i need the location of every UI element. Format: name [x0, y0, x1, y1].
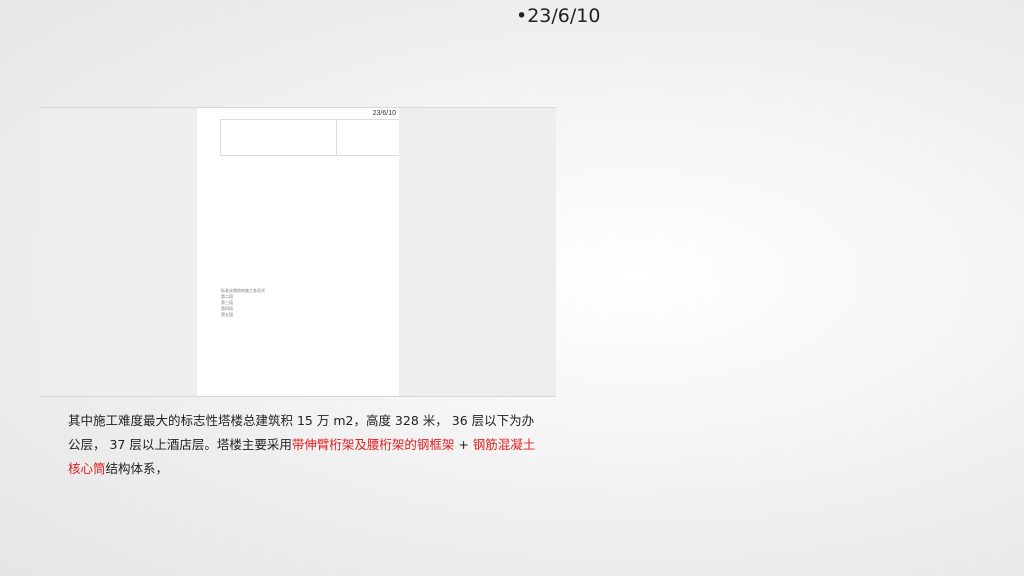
document-outline-list: 标准化钢结构施工各项式 第二段 第三段 第四段 第五段	[221, 288, 265, 318]
highlight-structure-frame: 带伸臂桁架及腰桁架的钢框架	[291, 437, 455, 452]
document-preview-panel: 23/6/10 标准化钢结构施工各项式 第二段 第三段 第四段 第五段	[40, 107, 556, 397]
body-paragraph: 其中施工难度最大的标志性塔楼总建筑积 15 万 m2，高度 328 米， 36 …	[68, 409, 538, 481]
document-header-frame	[220, 119, 399, 156]
document-page-date: 23/6/10	[372, 110, 396, 117]
body-text-part: 结构体系，	[105, 461, 169, 476]
document-outline-item: 第五段	[221, 312, 233, 317]
document-header-divider	[336, 120, 337, 155]
body-text-part: +	[454, 437, 473, 452]
document-page-thumbnail: 23/6/10 标准化钢结构施工各项式 第二段 第三段 第四段 第五段	[197, 108, 399, 396]
slide-date: •23/6/10	[516, 5, 601, 27]
